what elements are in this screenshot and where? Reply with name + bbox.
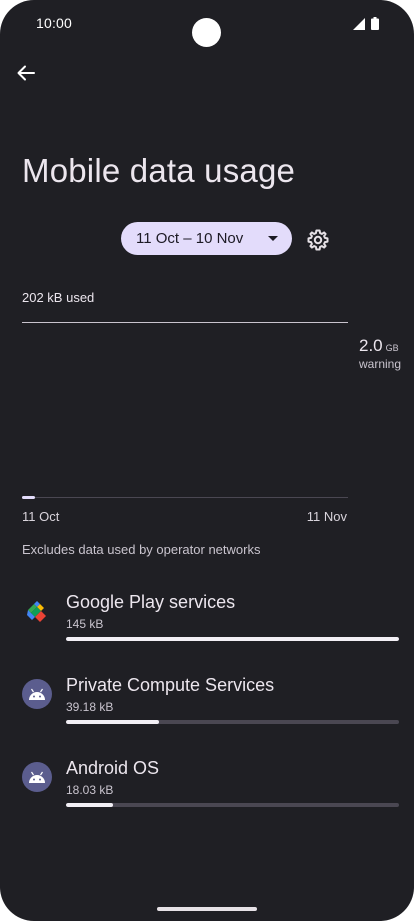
app-name: Private Compute Services: [66, 675, 275, 695]
app-usage-bar: [66, 803, 399, 807]
warning-value: 2.0 GB: [359, 336, 399, 356]
operator-note: Excludes data used by operator networks: [22, 542, 261, 557]
signal-icon: [353, 17, 365, 35]
back-button[interactable]: [12, 61, 40, 89]
usage-progress-line: [22, 496, 36, 499]
app-data-size: 39.18 kB: [66, 700, 114, 714]
warning-unit: GB: [385, 343, 399, 353]
app-usage-bar-fill: [66, 637, 399, 641]
home-indicator[interactable]: [157, 907, 257, 911]
android-icon: [22, 762, 52, 792]
battery-icon: [371, 17, 379, 35]
chart-baseline: [22, 497, 348, 498]
app-row-private-compute-services[interactable]: Private Compute Services 39.18 kB: [0, 675, 414, 745]
page-title: Mobile data usage: [22, 152, 296, 189]
billing-cycle-dropdown[interactable]: 11 Oct – 10 Nov: [121, 222, 292, 255]
usage-total: 202 kB used: [22, 290, 95, 305]
app-row-android-os[interactable]: Android OS 18.03 kB: [0, 758, 414, 828]
app-data-size: 18.03 kB: [66, 783, 114, 797]
gear-icon: [306, 229, 330, 256]
android-icon: [22, 679, 52, 709]
app-usage-bar: [66, 720, 399, 724]
arrow-left-icon: [17, 65, 35, 86]
status-time: 10:00: [36, 15, 73, 31]
chart-start-date: 11 Oct: [22, 509, 60, 524]
status-bar: 10:00: [0, 0, 414, 50]
phone-screen: 10:00 Mobile data usage 11 Oct – 10 Nov: [0, 0, 414, 921]
chevron-down-icon: [268, 236, 278, 241]
app-name: Android OS: [66, 758, 160, 778]
app-usage-bar: [66, 637, 399, 641]
cycle-settings-button[interactable]: [306, 228, 330, 252]
usage-chart: 2.0 GB warning 11 Oct 11 Nov: [0, 310, 414, 530]
warning-amount: 2.0: [359, 336, 383, 355]
app-usage-bar-fill: [66, 803, 113, 807]
google-play-services-icon: [22, 596, 52, 626]
chart-end-date: 11 Nov: [306, 509, 347, 524]
warning-label: warning: [359, 357, 402, 371]
app-row-google-play-services[interactable]: Google Play services 145 kB: [0, 592, 414, 662]
camera-cutout: [192, 18, 221, 47]
cycle-label: 11 Oct – 10 Nov: [136, 230, 244, 247]
status-icons: [353, 17, 379, 35]
warning-threshold-line: [22, 322, 348, 323]
app-data-size: 145 kB: [66, 617, 104, 631]
app-name: Google Play services: [66, 592, 236, 612]
app-usage-bar-fill: [66, 720, 160, 724]
